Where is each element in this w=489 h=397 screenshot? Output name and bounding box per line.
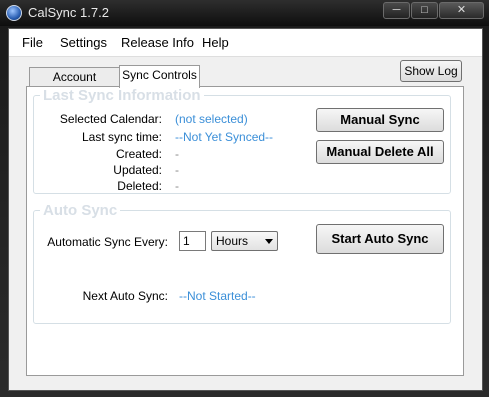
updated-value: - (175, 163, 179, 177)
menu-settings[interactable]: Settings (60, 35, 107, 50)
menu-release-info[interactable]: Release Info (121, 35, 194, 50)
last-sync-time-value: --Not Yet Synced-- (175, 130, 274, 144)
manual-delete-all-button[interactable]: Manual Delete All (316, 140, 444, 164)
window-title: CalSync 1.7.2 (28, 5, 109, 20)
last-sync-legend: Last Sync Information (43, 87, 201, 104)
updated-label: Updated: (113, 163, 162, 177)
sync-interval-label: Automatic Sync Every: (47, 235, 168, 249)
tab-account-settings[interactable]: Account Settings (29, 67, 120, 103)
last-sync-time-label: Last sync time: (81, 130, 162, 144)
auto-sync-group: Auto Sync (33, 202, 451, 324)
manual-sync-button[interactable]: Manual Sync (316, 108, 444, 132)
show-log-button[interactable]: Show Log (400, 60, 462, 82)
app-icon[interactable] (6, 5, 22, 21)
title-bar[interactable]: CalSync 1.7.2 ─ □ ✕ (0, 0, 489, 26)
menu-bar: File Settings Release Info Help (9, 29, 482, 57)
maximize-button[interactable]: □ (411, 2, 438, 19)
chevron-down-icon (265, 239, 273, 244)
created-label: Created: (115, 147, 162, 161)
sync-controls-panel: Last Sync Information Selected Calendar:… (26, 86, 464, 376)
tab-sync-controls[interactable]: Sync Controls (119, 65, 200, 88)
sync-interval-unit-select[interactable]: Hours (211, 231, 278, 251)
deleted-label: Deleted: (117, 179, 162, 193)
selected-calendar-value: (not selected) (175, 112, 248, 126)
sync-interval-input[interactable]: 1 (179, 231, 206, 251)
sync-interval-unit-value: Hours (216, 234, 249, 248)
next-auto-sync-value: --Not Started-- (179, 289, 256, 303)
created-value: - (175, 147, 179, 161)
next-auto-sync-label: Next Auto Sync: (82, 289, 168, 303)
auto-sync-legend: Auto Sync (43, 202, 118, 219)
menu-file[interactable]: File (22, 35, 43, 50)
deleted-value: - (175, 179, 179, 193)
app-window: CalSync 1.7.2 ─ □ ✕ File Settings Releas… (0, 0, 489, 397)
close-button[interactable]: ✕ (439, 2, 484, 19)
selected-calendar-label: Selected Calendar: (59, 112, 162, 126)
minimize-button[interactable]: ─ (383, 2, 410, 19)
menu-help[interactable]: Help (202, 35, 229, 50)
client-area: File Settings Release Info Help Account … (8, 28, 483, 391)
start-auto-sync-button[interactable]: Start Auto Sync (316, 224, 444, 254)
